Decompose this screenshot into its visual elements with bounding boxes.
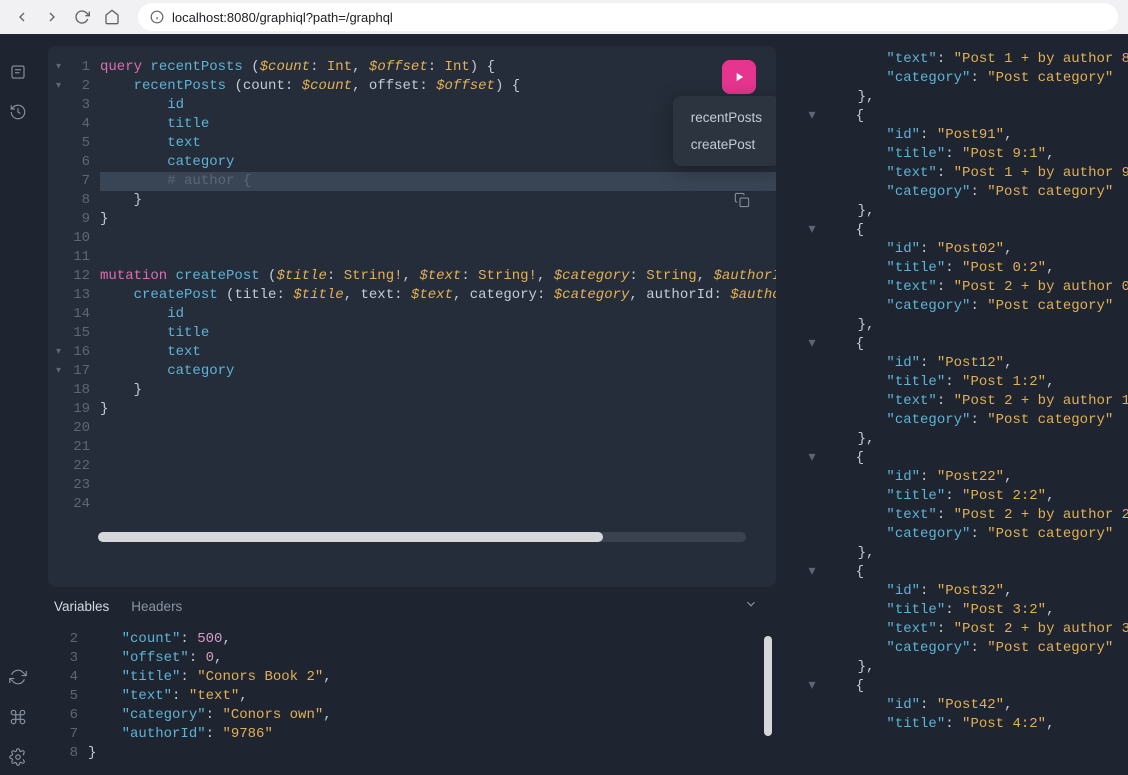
- bottom-panel: Variables Headers 2345678 "count": 500, …: [36, 587, 776, 775]
- query-editor[interactable]: 1▾2▾345678910111213141516▾17▾18192021222…: [48, 46, 776, 526]
- history-icon[interactable]: [0, 94, 36, 130]
- sidebar: [0, 34, 36, 775]
- main: 1▾2▾345678910111213141516▾17▾18192021222…: [36, 34, 1128, 775]
- copy-button[interactable]: [728, 186, 756, 214]
- op-createPost[interactable]: createPost: [673, 131, 776, 158]
- settings-icon[interactable]: [0, 739, 36, 775]
- left-column: 1▾2▾345678910111213141516▾17▾18192021222…: [36, 34, 776, 775]
- gutter: 1▾2▾345678910111213141516▾17▾18192021222…: [48, 58, 100, 514]
- tab-variables[interactable]: Variables: [54, 599, 109, 614]
- variables-editor[interactable]: 2345678 "count": 500, "offset": 0, "titl…: [36, 626, 776, 775]
- code[interactable]: "count": 500, "offset": 0, "title": "Con…: [88, 630, 776, 763]
- tab-row: Variables Headers: [36, 587, 776, 626]
- url-text: localhost:8080/graphiql?path=/graphql: [172, 10, 393, 25]
- op-recentPosts[interactable]: recentPosts: [673, 104, 776, 131]
- h-scrollbar[interactable]: [98, 532, 746, 542]
- gutter: 2345678: [36, 630, 88, 763]
- execute-button[interactable]: [722, 60, 756, 94]
- shortcuts-icon[interactable]: [0, 699, 36, 735]
- url-bar[interactable]: localhost:8080/graphiql?path=/graphql: [138, 3, 1118, 31]
- v-scrollbar[interactable]: [764, 636, 772, 736]
- query-panel: 1▾2▾345678910111213141516▾17▾18192021222…: [48, 46, 776, 587]
- operation-menu: recentPosts createPost: [673, 96, 776, 166]
- refetch-icon[interactable]: [0, 659, 36, 695]
- home-button[interactable]: [100, 5, 124, 29]
- docs-icon[interactable]: [0, 54, 36, 90]
- tab-headers[interactable]: Headers: [131, 599, 182, 614]
- back-button[interactable]: [10, 5, 34, 29]
- results-panel[interactable]: "text": "Post 1 + by author 8", "categor…: [776, 34, 1128, 775]
- forward-button[interactable]: [40, 5, 64, 29]
- info-icon: [150, 10, 164, 24]
- browser-bar: localhost:8080/graphiql?path=/graphql: [0, 0, 1128, 34]
- graphiql-app: 1▾2▾345678910111213141516▾17▾18192021222…: [0, 34, 1128, 775]
- collapse-icon[interactable]: [744, 597, 758, 616]
- h-scrollbar-thumb[interactable]: [98, 532, 603, 542]
- reload-button[interactable]: [70, 5, 94, 29]
